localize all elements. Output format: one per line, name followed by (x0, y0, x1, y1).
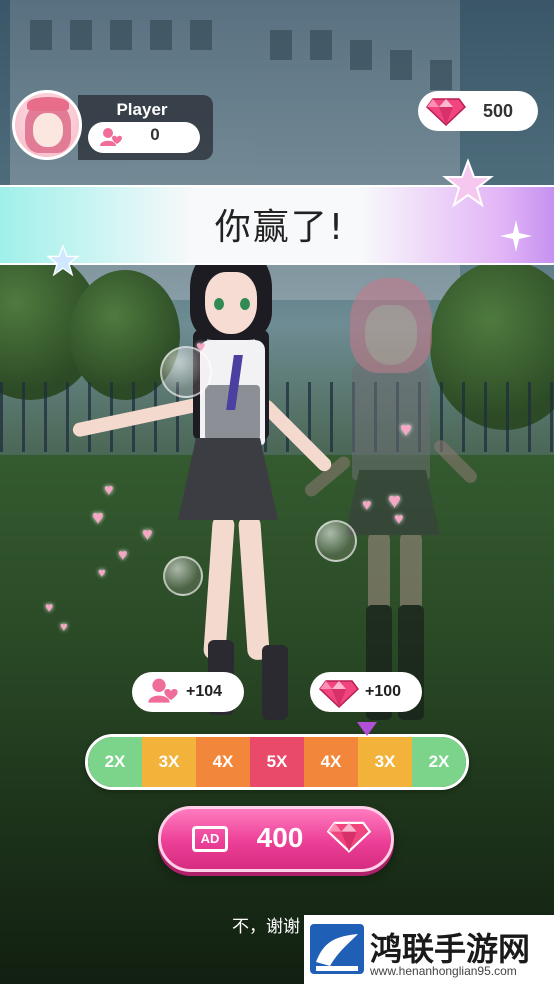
likes-icon (148, 678, 178, 703)
gem-value: 500 (482, 101, 514, 121)
ad-reward-value: 400 (256, 822, 304, 853)
player-avatar[interactable] (12, 90, 82, 160)
star-icon (46, 244, 80, 277)
no-thanks-button[interactable]: 不，谢谢 (232, 912, 312, 937)
heart-bubble (160, 346, 212, 398)
heart-icon: ♥ (388, 488, 402, 513)
sparkle-icon (500, 220, 532, 252)
multiplier-segment: 4X (304, 737, 358, 787)
multiplier-segment: 3X (142, 737, 196, 787)
ad-icon: AD (192, 826, 228, 852)
gems-reward-value: +100 (365, 683, 402, 700)
heart-icon: ♥ (362, 497, 372, 514)
win-title: 你赢了! (214, 207, 346, 248)
multiplier-segment: 3X (358, 737, 412, 787)
multiplier-bar: 2X 3X 4X 5X 4X 3X 2X (85, 734, 469, 790)
likes-icon (100, 128, 122, 146)
star-icon (442, 158, 494, 208)
multiplier-segment: 4X (196, 737, 250, 787)
heart-icon: ♥ (142, 524, 153, 544)
multiplier-segment: 2X (412, 737, 466, 787)
gem-icon (326, 821, 372, 853)
heart-icon: ♥ (394, 511, 404, 528)
watermark-logo (310, 924, 364, 974)
gem-icon (318, 680, 360, 709)
multiplier-segment: 2X (88, 737, 142, 787)
likes-reward-value: +104 (186, 683, 223, 700)
likes-value: 0 (150, 125, 160, 144)
heart-icon: ♥ (400, 419, 412, 441)
heart-bubble (163, 556, 203, 596)
watermark-url: www.henanhonglian95.com (370, 964, 517, 978)
heart-bubble (315, 520, 357, 562)
heart-icon: ♥ (92, 507, 104, 529)
player-name: Player (116, 100, 168, 119)
multiplier-pointer (357, 722, 377, 736)
multiplier-segment: 5X (250, 737, 304, 787)
heart-icon: ♥ (60, 619, 68, 634)
heart-icon: ♥ (118, 547, 128, 564)
heart-icon: ♥ (45, 599, 54, 615)
heart-icon: ♥ (98, 565, 106, 580)
heart-icon: ♥ (104, 482, 114, 499)
gem-icon (425, 98, 467, 127)
